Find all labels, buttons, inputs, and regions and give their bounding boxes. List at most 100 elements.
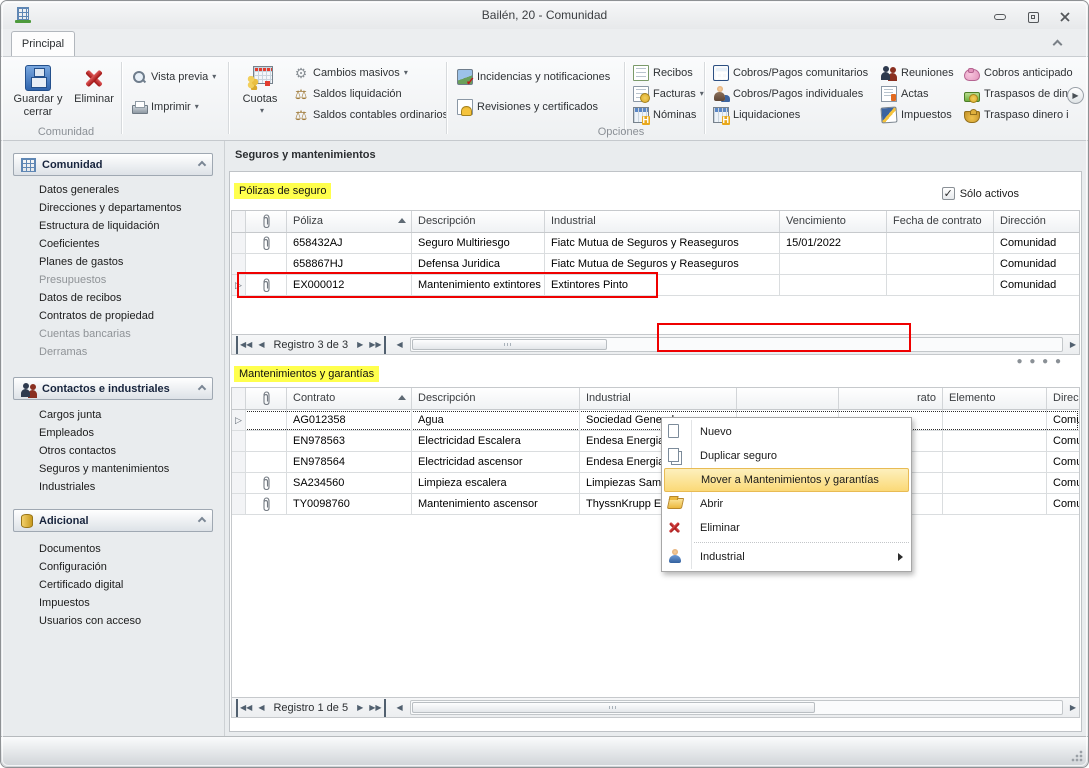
ribbon-button-facturas[interactable]: Facturas▾ xyxy=(633,84,704,103)
column-header-poliza[interactable]: Póliza xyxy=(287,211,412,232)
ribbon-button-eliminar[interactable]: Eliminar xyxy=(67,61,121,125)
solo-activos-checkbox[interactable]: ✓ Sólo activos xyxy=(942,187,1019,200)
ribbon-button-nominas[interactable]: Nóminas xyxy=(633,105,696,124)
sidebar-item-cuentas-bancarias[interactable]: Cuentas bancarias xyxy=(39,326,219,343)
menu-item-eliminar[interactable]: Eliminar xyxy=(662,516,911,540)
sidebar-item-estructura-liquidacion[interactable]: Estructura de liquidación xyxy=(39,218,219,235)
attachment-column-header[interactable] xyxy=(246,211,287,232)
ribbon-button-revisiones[interactable]: Revisiones y certificados xyxy=(457,97,598,116)
column-header-descripcion[interactable]: Descripción xyxy=(412,388,580,409)
menu-item-industrial[interactable]: Industrial xyxy=(662,545,911,569)
menu-item-nuevo[interactable]: Nuevo xyxy=(662,420,911,444)
sidebar-item-usuarios-acceso[interactable]: Usuarios con acceso xyxy=(39,613,219,630)
sidebar-item-industriales[interactable]: Industriales xyxy=(39,479,219,496)
ribbon-button-vista-previa[interactable]: Vista previa▾ xyxy=(131,67,216,86)
ribbon-button-traspasos-dinero[interactable]: Traspasos de din xyxy=(964,84,1068,103)
scrollbar-thumb[interactable] xyxy=(412,702,816,713)
sidebar-item-configuracion[interactable]: Configuración xyxy=(39,559,219,576)
column-header-hidden[interactable] xyxy=(737,388,839,409)
column-header-industrial[interactable]: Industrial xyxy=(545,211,780,232)
table-row[interactable]: 658867HJ Defensa Juridica Fiatc Mutua de… xyxy=(232,254,1079,275)
pager-first-button[interactable]: ◀◀ xyxy=(236,699,255,717)
column-header-contrato[interactable]: Contrato xyxy=(287,388,412,409)
sidebar-item-coeficientes[interactable]: Coeficientes xyxy=(39,236,219,253)
ribbon-button-cobros-individuales[interactable]: Cobros/Pagos individuales xyxy=(713,84,863,103)
ribbon-button-impuestos[interactable]: Impuestos xyxy=(881,105,952,124)
attachment-column-header[interactable] xyxy=(246,388,287,409)
ribbon-button-cobros-anticipados[interactable]: Cobros anticipado xyxy=(964,63,1073,82)
pager-first-button[interactable]: ◀◀ xyxy=(236,336,255,354)
ribbon-button-reuniones[interactable]: Reuniones xyxy=(881,63,954,82)
horizontal-scrollbar[interactable] xyxy=(410,700,1063,715)
pager-next-button[interactable]: ▶ xyxy=(354,336,366,354)
sidebar-group-comunidad[interactable]: Comunidad xyxy=(13,153,213,176)
column-header-direccion[interactable]: Dirección xyxy=(1047,388,1079,409)
column-header-fecha-contrato[interactable]: Fecha de contrato xyxy=(887,211,994,232)
pager-prev-button[interactable]: ◀ xyxy=(255,699,267,717)
sidebar-item-planes-gastos[interactable]: Planes de gastos xyxy=(39,254,219,271)
column-header-elemento[interactable]: Elemento xyxy=(943,388,1047,409)
pager-last-button[interactable]: ▶▶ xyxy=(366,336,385,354)
horizontal-scrollbar[interactable] xyxy=(410,337,1063,352)
menu-item-abrir[interactable]: Abrir xyxy=(662,492,911,516)
ribbon-button-cobros-comunitarios[interactable]: Cobros/Pagos comunitarios xyxy=(713,63,868,82)
column-header-vencimiento[interactable]: Vencimiento xyxy=(780,211,887,232)
column-header-direccion[interactable]: Dirección xyxy=(994,211,1079,232)
ribbon-collapse-button[interactable] xyxy=(1050,39,1064,49)
column-header-contrato-fecha[interactable]: rato xyxy=(839,388,943,409)
table-row-selected[interactable]: ▷ AG012358 Agua Sociedad General Comunid… xyxy=(232,410,1079,431)
minimize-button[interactable] xyxy=(987,9,1013,25)
ribbon-button-imprimir[interactable]: Imprimir▾ xyxy=(131,97,199,116)
menu-item-mover-a-mantenimientos[interactable]: Mover a Mantenimientos y garantías xyxy=(664,468,909,492)
hscroll-left-button[interactable]: ◀ xyxy=(394,699,406,717)
resize-grip[interactable] xyxy=(1071,750,1083,762)
hscroll-left-button[interactable]: ◀ xyxy=(394,336,406,354)
sidebar-item-datos-recibos[interactable]: Datos de recibos xyxy=(39,290,219,307)
ribbon-button-cuotas[interactable]: Cuotas ▾ xyxy=(234,61,286,125)
sidebar-splitter[interactable] xyxy=(224,141,225,736)
sidebar-item-direcciones[interactable]: Direcciones y departamentos xyxy=(39,200,219,217)
menu-item-duplicar-seguro[interactable]: Duplicar seguro xyxy=(662,444,911,468)
ribbon-button-cambios-masivos[interactable]: ⚙Cambios masivos▾ xyxy=(293,63,408,82)
pager-last-button[interactable]: ▶▶ xyxy=(366,699,385,717)
sidebar-item-empleados[interactable]: Empleados xyxy=(39,425,219,442)
pager-next-button[interactable]: ▶ xyxy=(354,699,366,717)
table-row-focused[interactable]: ▷ EX000012 Mantenimiento extintores Exti… xyxy=(232,275,1079,296)
ribbon-button-traspaso-dinero-interno[interactable]: Traspaso dinero i xyxy=(964,105,1069,124)
scrollbar-thumb[interactable] xyxy=(412,339,607,350)
sidebar-item-documentos[interactable]: Documentos xyxy=(39,541,219,558)
table-row[interactable]: TY0098760 Mantenimiento ascensor ThyssnK… xyxy=(232,494,1079,515)
hscroll-right-button[interactable]: ▶ xyxy=(1067,336,1079,354)
column-header-descripcion[interactable]: Descripción xyxy=(412,211,545,232)
sidebar-item-datos-generales[interactable]: Datos generales xyxy=(39,182,219,199)
pager-prev-button[interactable]: ◀ xyxy=(255,336,267,354)
sidebar-item-contratos-propiedad[interactable]: Contratos de propiedad xyxy=(39,308,219,325)
tab-principal[interactable]: Principal xyxy=(11,31,75,56)
ribbon-button-saldos-contables[interactable]: ⚖Saldos contables ordinarios xyxy=(293,105,448,124)
ribbon-scroll-right-button[interactable]: ▶ xyxy=(1067,87,1084,104)
sidebar-item-seguros-mantenimientos[interactable]: Seguros y mantenimientos xyxy=(39,461,219,478)
column-header-industrial[interactable]: Industrial xyxy=(580,388,737,409)
splitter-handle[interactable]: ● ● ● ● xyxy=(1017,356,1064,367)
sidebar-item-certificado-digital[interactable]: Certificado digital xyxy=(39,577,219,594)
table-row[interactable]: SA234560 Limpieza escalera Limpiezas Sam… xyxy=(232,473,1079,494)
ribbon-button-liquidaciones[interactable]: Liquidaciones xyxy=(713,105,800,124)
sidebar-group-contactos[interactable]: Contactos e industriales xyxy=(13,377,213,400)
ribbon-button-saldos-liquidacion[interactable]: ⚖Saldos liquidación xyxy=(293,84,402,103)
close-button[interactable] xyxy=(1052,9,1078,25)
sidebar-item-cargos-junta[interactable]: Cargos junta xyxy=(39,407,219,424)
sidebar-item-derramas[interactable]: Derramas xyxy=(39,344,219,361)
sidebar-item-impuestos[interactable]: Impuestos xyxy=(39,595,219,612)
table-row[interactable]: 658432AJ Seguro Multiriesgo Fiatc Mutua … xyxy=(232,233,1079,254)
ribbon-button-incidencias[interactable]: Incidencias y notificaciones xyxy=(457,67,610,86)
sidebar-item-otros-contactos[interactable]: Otros contactos xyxy=(39,443,219,460)
restore-button[interactable] xyxy=(1020,9,1046,25)
sidebar-item-presupuestos[interactable]: Presupuestos xyxy=(39,272,219,289)
hscroll-right-button[interactable]: ▶ xyxy=(1067,699,1079,717)
ribbon-button-actas[interactable]: Actas xyxy=(881,84,929,103)
sidebar-group-adicional[interactable]: Adicional xyxy=(13,509,213,532)
table-row[interactable]: EN978564 Electricidad ascensor Endesa En… xyxy=(232,452,1079,473)
table-row[interactable]: EN978563 Electricidad Escalera Endesa En… xyxy=(232,431,1079,452)
ribbon-button-guardar-y-cerrar[interactable]: Guardar y cerrar xyxy=(11,61,65,125)
ribbon-button-recibos[interactable]: Recibos xyxy=(633,63,693,82)
